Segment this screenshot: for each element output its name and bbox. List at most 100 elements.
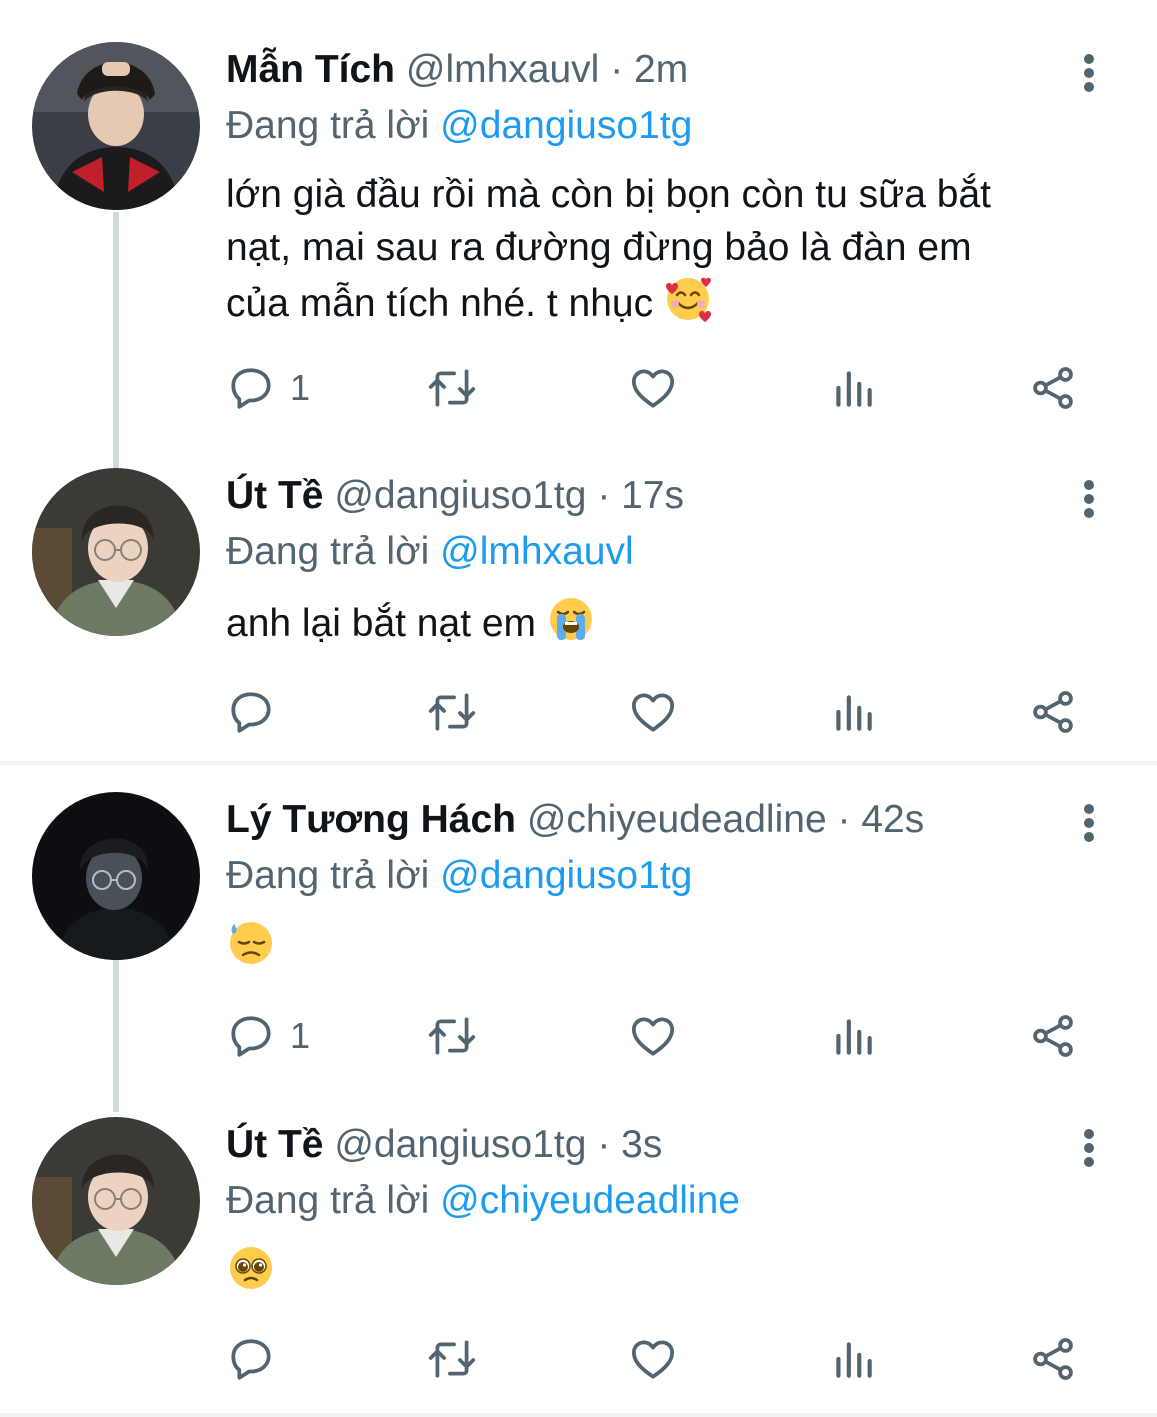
reply-icon — [226, 1011, 276, 1061]
separator-dot: · — [597, 474, 611, 517]
tweet-text-line: anh lại bắt nạt em — [226, 594, 1126, 650]
replying-to: Đang trả lời @dangiuso1tg — [226, 848, 692, 904]
retweet-button[interactable] — [426, 682, 478, 742]
views-button[interactable] — [828, 1006, 878, 1066]
like-button[interactable] — [628, 682, 678, 742]
replying-to: Đang trả lời @lmhxauvl — [226, 524, 634, 580]
views-icon — [828, 687, 878, 737]
reply-icon — [226, 687, 276, 737]
like-button[interactable] — [628, 358, 678, 418]
tweet[interactable]: Út Tề @dangiuso1tg · 3s Đang trả lời @ch… — [0, 1117, 1157, 1413]
display-name[interactable]: Lý Tương Hách — [226, 798, 516, 841]
bottom-divider — [0, 1413, 1157, 1417]
tweet-text-line: của mẫn tích nhé. t nhục — [226, 274, 1126, 330]
reply-button[interactable] — [226, 682, 290, 742]
tweet-header: Lý Tương Hách @chiyeudeadline · 42s — [226, 792, 924, 848]
separator-dot: · — [837, 798, 851, 841]
mention-link[interactable]: @dangiuso1tg — [440, 104, 692, 147]
tweet[interactable]: Lý Tương Hách @chiyeudeadline · 42s Đang… — [0, 792, 1157, 1092]
user-handle[interactable]: @dangiuso1tg — [334, 474, 586, 517]
like-button[interactable] — [628, 1329, 678, 1389]
views-button[interactable] — [828, 358, 878, 418]
share-icon — [1028, 363, 1078, 413]
display-name[interactable]: Mẫn Tích — [226, 48, 395, 91]
reply-count: 1 — [290, 367, 311, 408]
reply-count: 1 — [290, 1015, 311, 1056]
tweet-text-line: lớn già đầu rồi mà còn bị bọn còn tu sữa… — [226, 173, 991, 216]
retweet-icon — [426, 687, 478, 737]
retweet-icon — [426, 363, 478, 413]
user-handle[interactable]: @chiyeudeadline — [527, 798, 827, 841]
timestamp[interactable]: 42s — [861, 798, 924, 841]
tweet[interactable]: Út Tề @dangiuso1tg · 17s Đang trả lời @l… — [0, 468, 1157, 758]
retweet-button[interactable] — [426, 1006, 478, 1066]
user-handle[interactable]: @lmhxauvl — [406, 48, 599, 91]
like-icon — [628, 1011, 678, 1061]
tweet-actions: 1 — [226, 1006, 1106, 1066]
mention-link[interactable]: @lmhxauvl — [440, 530, 633, 573]
like-icon — [628, 1334, 678, 1384]
retweet-icon — [426, 1011, 478, 1061]
loudly-crying-face-emoji — [550, 598, 593, 640]
tweet-text — [226, 918, 1126, 974]
tweet[interactable]: Mẫn Tích @lmhxauvl · 2m Đang trả lời @da… — [0, 42, 1157, 422]
more-icon[interactable] — [1070, 48, 1110, 98]
timestamp[interactable]: 3s — [621, 1123, 662, 1166]
mention-link[interactable]: @dangiuso1tg — [440, 854, 692, 897]
share-icon — [1028, 687, 1078, 737]
replying-prefix: Đang trả lời — [226, 530, 430, 573]
reply-button[interactable] — [226, 1329, 290, 1389]
timestamp[interactable]: 17s — [621, 474, 684, 517]
views-icon — [828, 1011, 878, 1061]
display-name[interactable]: Út Tề — [226, 1123, 324, 1166]
share-button[interactable] — [1028, 358, 1078, 418]
like-icon — [628, 687, 678, 737]
tweet-header: Mẫn Tích @lmhxauvl · 2m — [226, 42, 688, 98]
tweet-header: Út Tề @dangiuso1tg · 3s — [226, 1117, 662, 1173]
mention-link[interactable]: @chiyeudeadline — [440, 1179, 740, 1222]
share-icon — [1028, 1334, 1078, 1384]
retweet-button[interactable] — [426, 358, 478, 418]
reply-button[interactable]: 1 — [226, 1006, 310, 1066]
tweet-header: Út Tề @dangiuso1tg · 17s — [226, 468, 684, 524]
retweet-button[interactable] — [426, 1329, 478, 1389]
share-icon — [1028, 1011, 1078, 1061]
reply-icon — [226, 1334, 276, 1384]
downcast-face-with-sweat-emoji — [230, 922, 272, 964]
avatar[interactable] — [32, 468, 200, 636]
tweet-text-line: nạt, mai sau ra đường đừng bảo là đàn em — [226, 226, 972, 269]
views-button[interactable] — [828, 682, 878, 742]
views-icon — [828, 363, 878, 413]
tweet-text — [226, 1243, 1126, 1299]
avatar[interactable] — [32, 42, 200, 210]
tweet-text: anh lại bắt nạt em — [226, 594, 1126, 650]
replying-prefix: Đang trả lời — [226, 1179, 430, 1222]
thread-2: Lý Tương Hách @chiyeudeadline · 42s Đang… — [0, 765, 1157, 1415]
share-button[interactable] — [1028, 682, 1078, 742]
like-button[interactable] — [628, 1006, 678, 1066]
display-name[interactable]: Út Tề — [226, 474, 324, 517]
avatar[interactable] — [32, 1117, 200, 1285]
user-handle[interactable]: @dangiuso1tg — [334, 1123, 586, 1166]
share-button[interactable] — [1028, 1329, 1078, 1389]
views-icon — [828, 1334, 878, 1384]
views-button[interactable] — [828, 1329, 878, 1389]
reply-icon — [226, 363, 276, 413]
tweet-actions — [226, 682, 1106, 742]
more-icon[interactable] — [1070, 474, 1110, 524]
thread-1: Mẫn Tích @lmhxauvl · 2m Đang trả lời @da… — [0, 0, 1157, 762]
share-button[interactable] — [1028, 1006, 1078, 1066]
replying-to: Đang trả lời @dangiuso1tg — [226, 98, 692, 154]
like-icon — [628, 363, 678, 413]
tweet-actions: 1 — [226, 358, 1106, 418]
replying-to: Đang trả lời @chiyeudeadline — [226, 1173, 740, 1229]
more-icon[interactable] — [1070, 1123, 1110, 1173]
smiling-face-with-hearts-emoji — [666, 277, 712, 322]
tweet-actions — [226, 1329, 1106, 1389]
more-icon[interactable] — [1070, 798, 1110, 848]
timestamp[interactable]: 2m — [634, 48, 688, 91]
replying-prefix: Đang trả lời — [226, 104, 430, 147]
avatar[interactable] — [32, 792, 200, 960]
pleading-face-emoji — [230, 1247, 272, 1289]
reply-button[interactable]: 1 — [226, 358, 310, 418]
